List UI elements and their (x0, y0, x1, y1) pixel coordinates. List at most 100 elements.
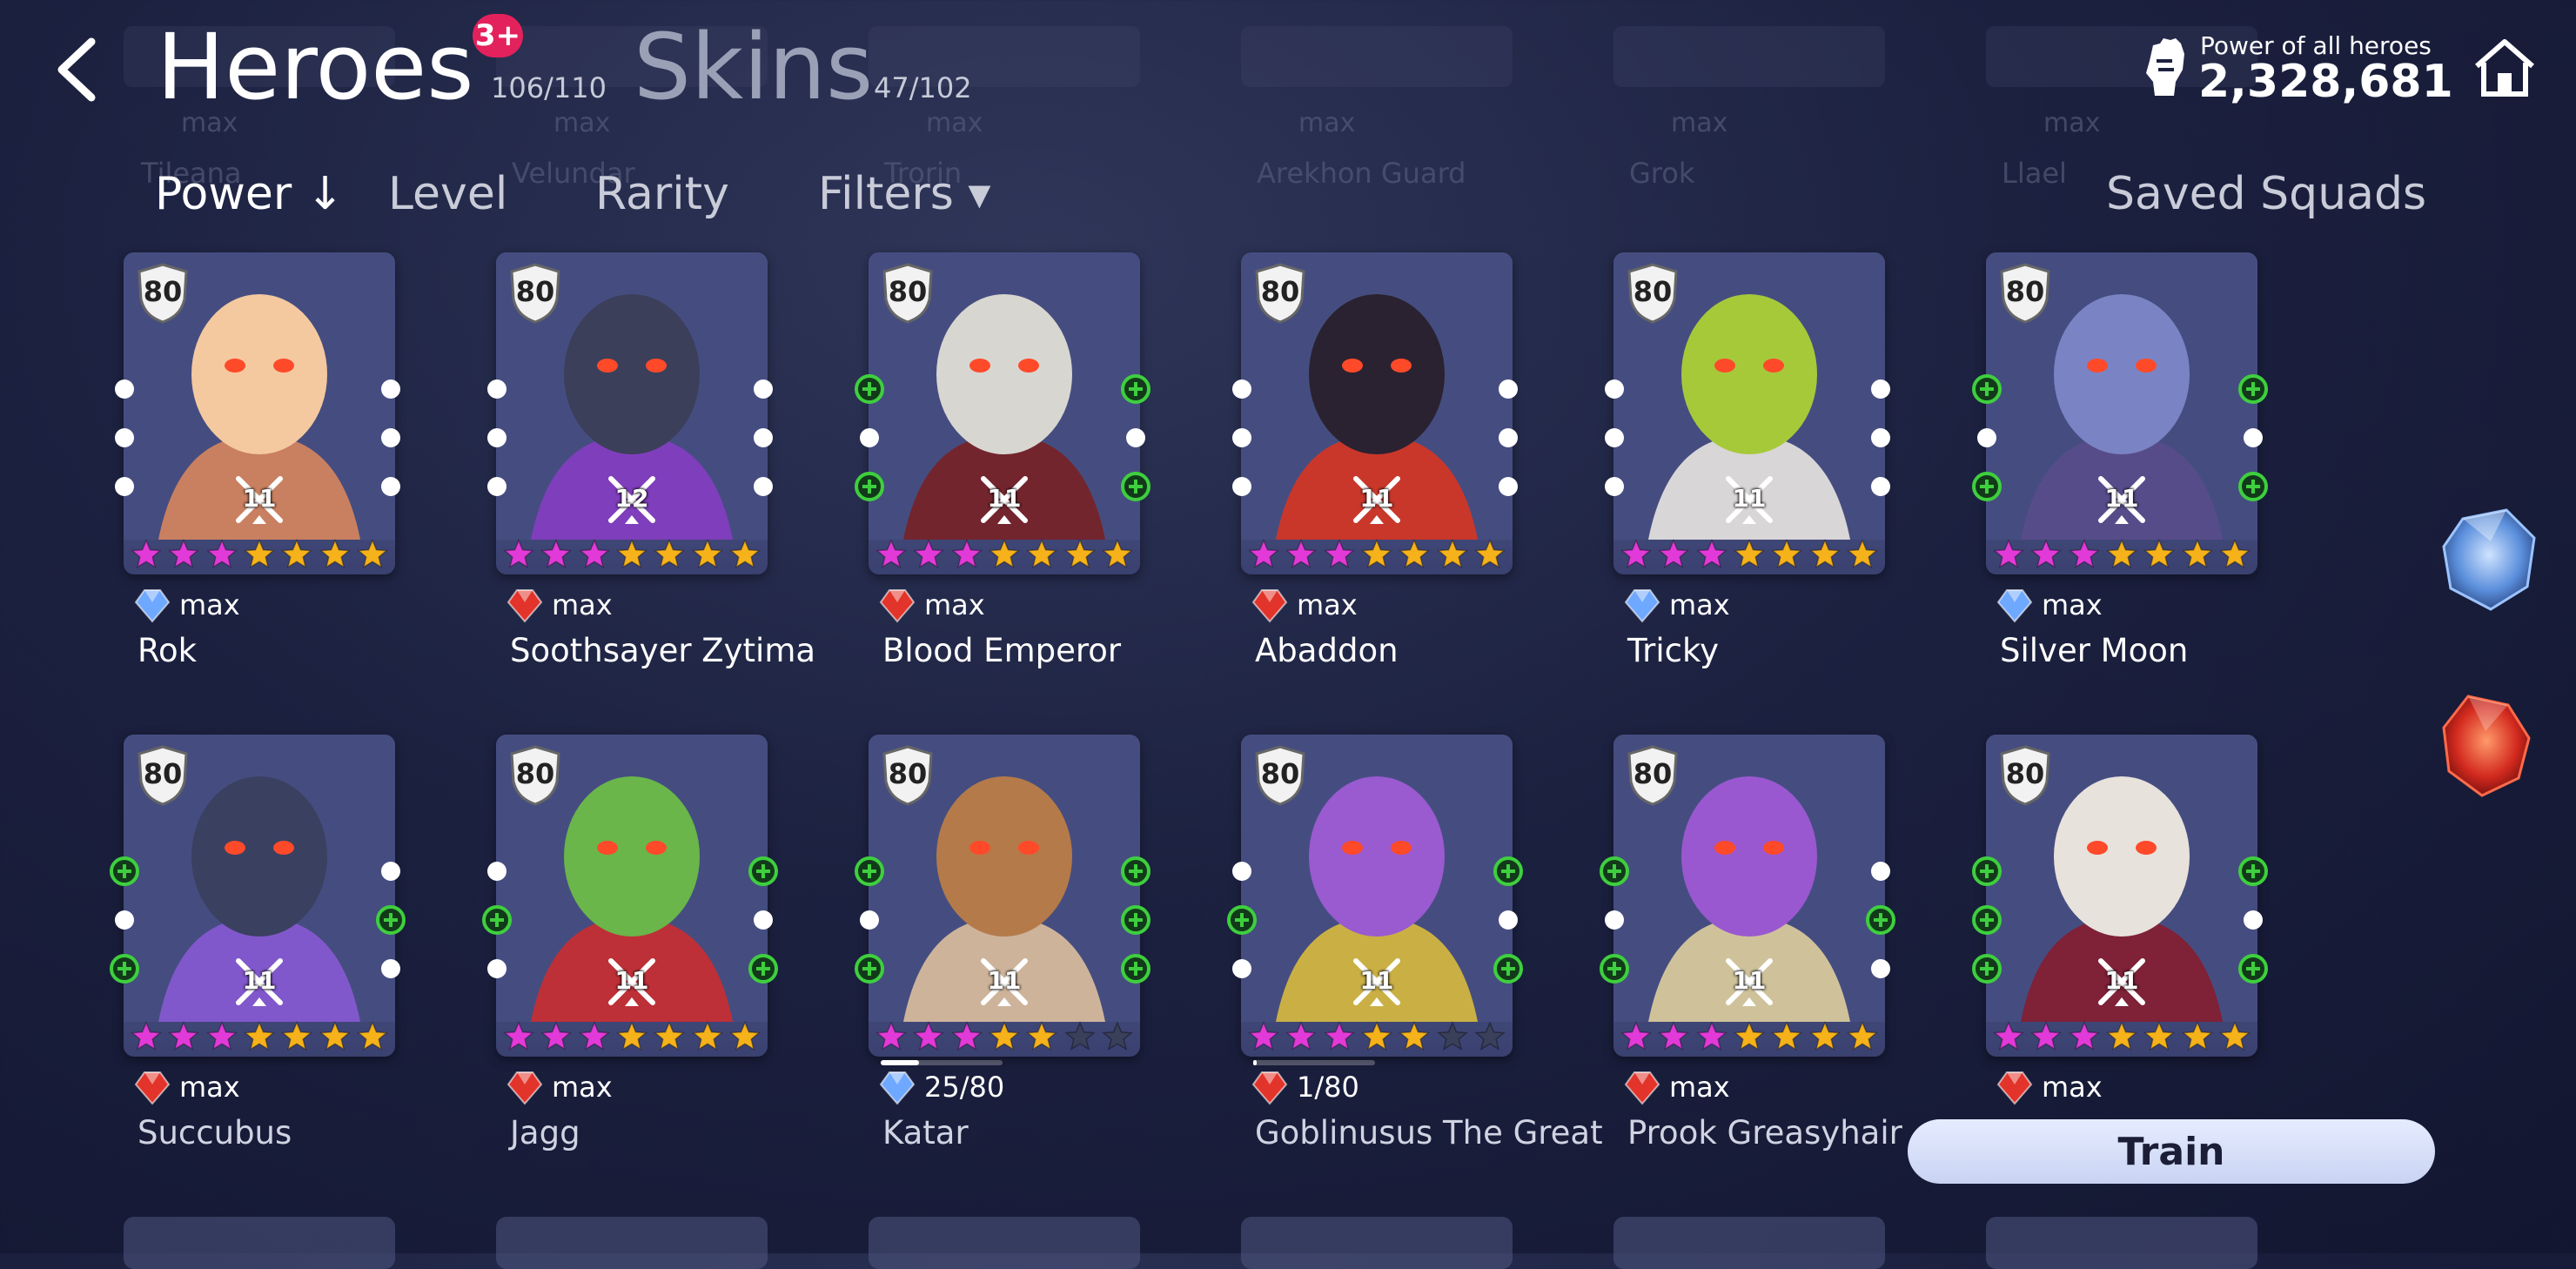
equipment-slot[interactable] (1232, 379, 1251, 399)
equipment-slot[interactable] (1232, 428, 1251, 447)
plus-circle-icon[interactable] (1971, 953, 2002, 984)
equipment-slot[interactable] (1605, 477, 1624, 496)
sort-power[interactable]: Power ↓ (155, 168, 344, 220)
plus-circle-icon[interactable] (854, 953, 885, 984)
equipment-slot[interactable] (1232, 959, 1251, 978)
equipment-slot[interactable] (115, 910, 134, 930)
plus-circle-icon[interactable] (1599, 856, 1630, 887)
plus-circle-icon[interactable] (2237, 373, 2269, 405)
plus-circle-icon[interactable] (2237, 856, 2269, 887)
back-icon[interactable] (48, 35, 109, 104)
hero-card[interactable]: 80 11 (496, 735, 768, 1057)
plus-circle-icon[interactable] (1120, 904, 1151, 936)
hero-rank: 12 (614, 484, 649, 513)
equipment-slot[interactable] (754, 477, 773, 496)
plus-circle-icon[interactable] (1971, 471, 2002, 502)
plus-circle-icon[interactable] (748, 856, 779, 887)
tab-heroes[interactable]: Heroes (157, 22, 473, 112)
equipment-slot[interactable] (1871, 862, 1890, 881)
equipment-slot[interactable] (1977, 428, 1996, 447)
plus-circle-icon[interactable] (1120, 471, 1151, 502)
hero-card[interactable]: 80 11 (869, 252, 1140, 574)
equipment-slot[interactable] (381, 862, 400, 881)
equipment-slot[interactable] (487, 379, 506, 399)
hero-card[interactable]: 80 11 (1986, 252, 2257, 574)
hero-card[interactable]: 80 11 (1241, 735, 1513, 1057)
equipment-slot[interactable] (1232, 477, 1251, 496)
plus-circle-icon[interactable] (854, 471, 885, 502)
equipment-slot[interactable] (115, 477, 134, 496)
plus-circle-icon[interactable] (2237, 471, 2269, 502)
equipment-slot[interactable] (115, 428, 134, 447)
plus-circle-icon[interactable] (1493, 953, 1524, 984)
plus-circle-icon[interactable] (1226, 904, 1258, 936)
filters-dropdown[interactable]: Filters ▾ (818, 168, 991, 220)
equipment-slot[interactable] (381, 959, 400, 978)
equipment-slot[interactable] (1871, 477, 1890, 496)
equipment-slot[interactable] (487, 959, 506, 978)
hero-progress-text: max (2042, 588, 2103, 621)
hero-card[interactable]: 80 11 (869, 735, 1140, 1057)
equipment-slot[interactable] (381, 428, 400, 447)
hero-card[interactable]: 80 11 (124, 735, 395, 1057)
sort-rarity[interactable]: Rarity (595, 168, 729, 220)
plus-circle-icon[interactable] (481, 904, 513, 936)
plus-circle-icon[interactable] (1493, 856, 1524, 887)
equipment-slot[interactable] (860, 428, 879, 447)
hero-card[interactable]: 80 11 (1613, 735, 1885, 1057)
equipment-slot[interactable] (115, 379, 134, 399)
hero-card[interactable]: 80 11 (1241, 252, 1513, 574)
equipment-slot[interactable] (754, 379, 773, 399)
equipment-slot[interactable] (1499, 379, 1518, 399)
equipment-slot[interactable] (1605, 379, 1624, 399)
equipment-slot[interactable] (1605, 910, 1624, 930)
plus-circle-icon[interactable] (1971, 904, 2002, 936)
star-icon (989, 1021, 1020, 1051)
plus-circle-icon[interactable] (748, 953, 779, 984)
equipment-slot[interactable] (1499, 428, 1518, 447)
equipment-slot[interactable] (754, 910, 773, 930)
saved-squads-button[interactable]: Saved Squads (2106, 168, 2426, 220)
plus-circle-icon[interactable] (1971, 373, 2002, 405)
plus-circle-icon[interactable] (2237, 953, 2269, 984)
plus-circle-icon[interactable] (375, 904, 406, 936)
equipment-slot[interactable] (2244, 428, 2263, 447)
blue-crystal-filter-icon[interactable] (2437, 503, 2541, 616)
plus-circle-icon[interactable] (109, 953, 140, 984)
equipment-slot[interactable] (754, 428, 773, 447)
equipment-slot[interactable] (1871, 959, 1890, 978)
plus-circle-icon[interactable] (1971, 856, 2002, 887)
equipment-slot[interactable] (2244, 910, 2263, 930)
plus-circle-icon[interactable] (1120, 953, 1151, 984)
equipment-slot[interactable] (381, 379, 400, 399)
equipment-slot[interactable] (1126, 428, 1145, 447)
plus-circle-icon[interactable] (109, 856, 140, 887)
hero-card[interactable]: 80 11 (1613, 252, 1885, 574)
plus-circle-icon[interactable] (854, 856, 885, 887)
plus-circle-icon[interactable] (1599, 953, 1630, 984)
equipment-slot[interactable] (487, 428, 506, 447)
plus-circle-icon[interactable] (1120, 856, 1151, 887)
hero-card[interactable]: 80 11 (124, 252, 395, 574)
plus-circle-icon[interactable] (854, 373, 885, 405)
sort-level[interactable]: Level (388, 168, 507, 220)
home-icon[interactable] (2470, 37, 2539, 99)
red-crystal-filter-icon[interactable] (2433, 688, 2538, 801)
hero-level: 80 (143, 275, 183, 308)
equipment-slot[interactable] (1871, 428, 1890, 447)
equipment-slot[interactable] (1232, 862, 1251, 881)
hero-card[interactable]: 80 11 (1986, 735, 2257, 1057)
tab-skins[interactable]: Skins (634, 22, 873, 112)
equipment-slot[interactable] (1871, 379, 1890, 399)
equipment-slot[interactable] (381, 477, 400, 496)
hero-card[interactable]: 80 12 (496, 252, 768, 574)
equipment-slot[interactable] (1605, 428, 1624, 447)
train-button[interactable]: Train (1908, 1119, 2435, 1184)
equipment-slot[interactable] (487, 862, 506, 881)
plus-circle-icon[interactable] (1120, 373, 1151, 405)
equipment-slot[interactable] (860, 910, 879, 930)
equipment-slot[interactable] (1499, 910, 1518, 930)
plus-circle-icon[interactable] (1865, 904, 1896, 936)
equipment-slot[interactable] (1499, 477, 1518, 496)
equipment-slot[interactable] (487, 477, 506, 496)
